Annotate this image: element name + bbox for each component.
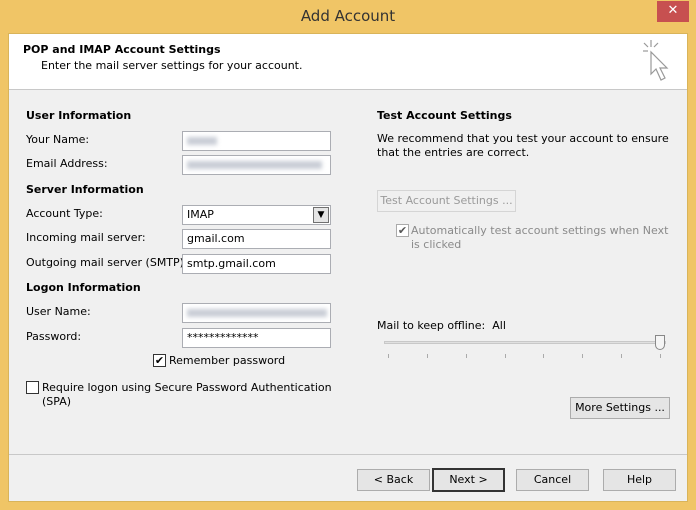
outgoing-label: Outgoing mail server (SMTP): [26,256,188,269]
remember-password-label: Remember password [169,354,286,367]
test-heading: Test Account Settings [377,109,512,122]
outgoing-server-input[interactable]: smtp.gmail.com [182,254,331,274]
offline-slider-thumb[interactable] [655,335,665,350]
auto-test-checkbox[interactable]: ✔ [396,224,409,237]
logon-info-heading: Logon Information [26,281,141,294]
password-input[interactable]: ************* [182,328,331,348]
more-settings-button[interactable]: More Settings ... [570,397,670,419]
spa-label: Require logon using Secure Password Auth… [42,381,332,408]
slider-tick [465,354,467,358]
your-name-label: Your Name: [26,133,90,146]
slider-tick [504,354,506,358]
slider-tick [621,354,623,358]
username-label: User Name: [26,305,91,318]
account-type-select[interactable]: IMAP ▼ [182,205,331,225]
window-title: Add Account [300,7,396,25]
header-subtitle: Enter the mail server settings for your … [41,59,303,72]
remember-password-checkbox[interactable]: ✔ [153,354,166,367]
password-label: Password: [26,330,82,343]
help-button[interactable]: Help [603,469,676,491]
slider-tick [388,354,389,358]
slider-tick [582,354,584,358]
chevron-down-icon[interactable]: ▼ [313,207,329,223]
incoming-server-input[interactable]: gmail.com [182,229,331,249]
your-name-input[interactable] [182,131,331,151]
cancel-button[interactable]: Cancel [516,469,589,491]
back-button[interactable]: < Back [357,469,430,491]
test-description: We recommend that you test your account … [377,132,669,159]
dialog-body: POP and IMAP Account Settings Enter the … [8,33,688,502]
close-button[interactable]: ✕ [657,1,689,22]
offline-label: Mail to keep offline: All [377,319,506,332]
cursor-sparkle-icon [643,40,669,81]
slider-tick [660,354,661,358]
account-type-label: Account Type: [26,207,103,220]
incoming-label: Incoming mail server: [26,231,146,244]
test-account-settings-button[interactable]: Test Account Settings ... [377,190,516,212]
spa-checkbox[interactable] [26,381,39,394]
next-button[interactable]: Next > [432,468,505,492]
footer-divider [9,454,687,455]
offline-slider-track[interactable] [384,341,666,344]
auto-test-label: Automatically test account settings when… [411,224,669,251]
slider-tick [426,354,428,358]
header: POP and IMAP Account Settings Enter the … [9,34,687,90]
offline-value: All [492,319,506,332]
server-info-heading: Server Information [26,183,144,196]
header-title: POP and IMAP Account Settings [23,43,221,56]
email-label: Email Address: [26,157,108,170]
close-icon: ✕ [667,3,679,18]
username-input[interactable] [182,303,331,323]
email-input[interactable] [182,155,331,175]
user-info-heading: User Information [26,109,132,122]
slider-tick [543,354,545,358]
